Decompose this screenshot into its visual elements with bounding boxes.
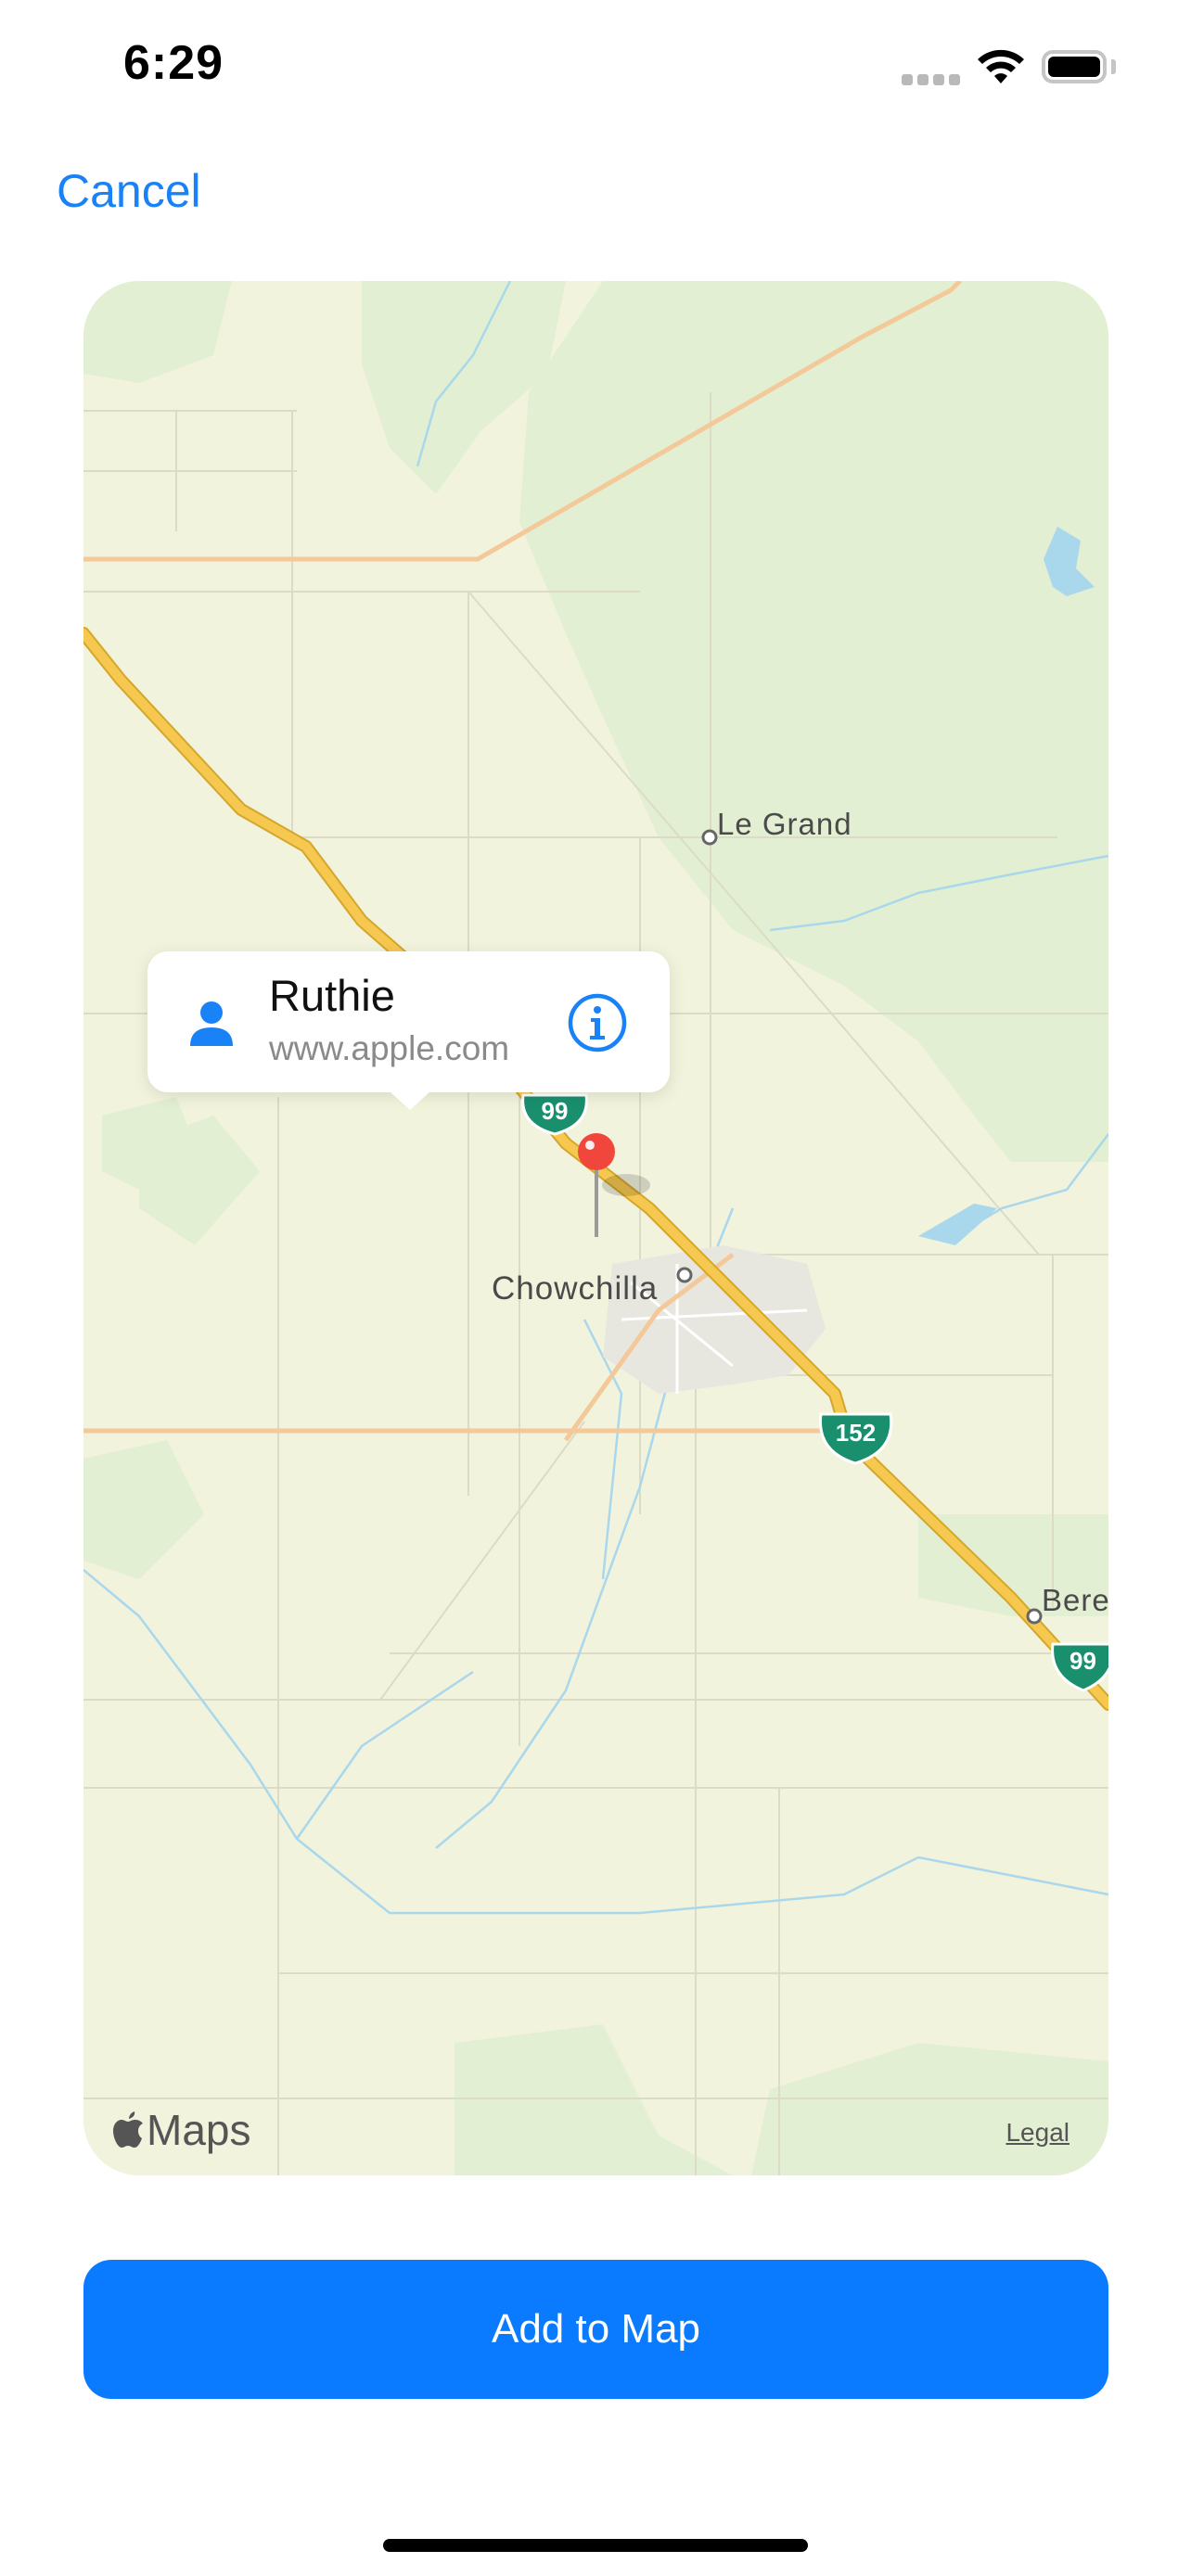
callout-subtitle: www.apple.com <box>269 1029 510 1067</box>
battery-icon <box>1042 50 1107 83</box>
highway-152-label: 152 <box>835 1419 877 1447</box>
wifi-icon <box>978 49 1024 83</box>
annotation-callout[interactable]: Ruthie www.apple.com <box>147 951 670 1092</box>
person-icon <box>190 1001 233 1046</box>
maps-attribution-logo: Maps <box>111 2105 250 2155</box>
callout-pointer <box>390 1091 430 1110</box>
callout-title: Ruthie <box>269 971 395 1020</box>
highway-99-north-label: 99 <box>541 1097 569 1125</box>
cellular-signal-icon <box>902 74 961 85</box>
map-pin-icon[interactable] <box>573 1131 620 1243</box>
info-icon[interactable] <box>567 992 628 1053</box>
status-time: 6:29 <box>123 36 224 90</box>
place-label-le-grand: Le Grand <box>717 807 852 841</box>
battery-cap <box>1111 59 1116 74</box>
place-label-berenda: Bere <box>1042 1583 1108 1617</box>
cancel-button[interactable]: Cancel <box>57 164 201 218</box>
place-label-chowchilla: Chowchilla <box>492 1270 659 1307</box>
highway-99-south-label: 99 <box>1069 1647 1096 1675</box>
apple-logo-icon <box>113 2111 143 2148</box>
add-to-map-button[interactable]: Add to Map <box>83 2260 1108 2399</box>
maps-attribution-text: Maps <box>147 2106 251 2154</box>
legal-link[interactable]: Legal <box>1005 2118 1069 2148</box>
home-indicator[interactable] <box>383 2539 808 2552</box>
map-view[interactable]: Le Grand Chowchilla Bere 99 152 99 Ruthi… <box>83 281 1108 2175</box>
